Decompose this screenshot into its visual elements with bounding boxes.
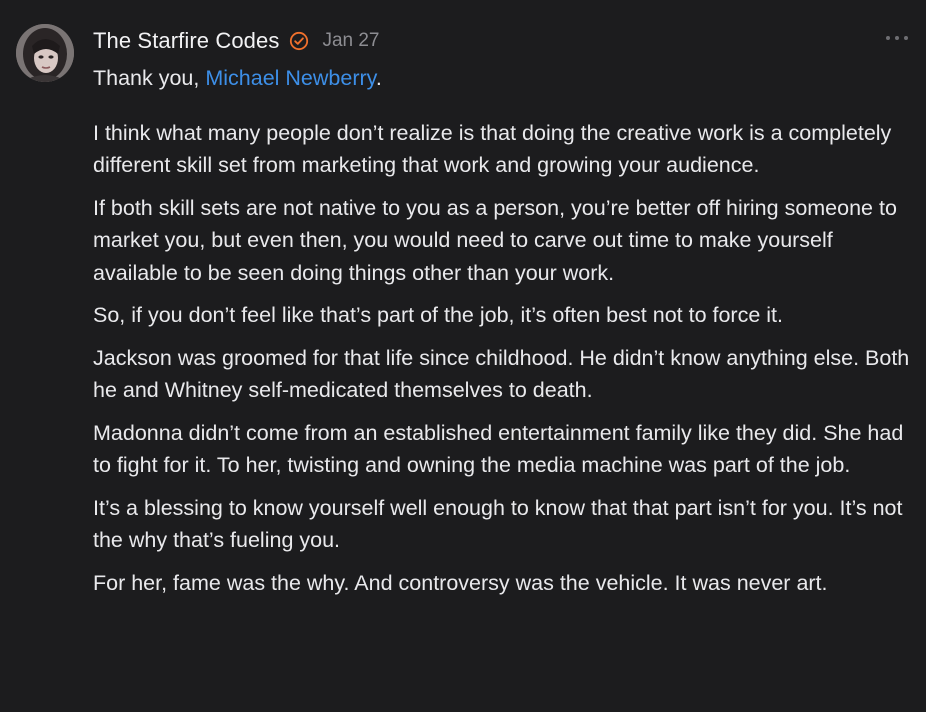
paragraph: For her, fame was the why. And controver… [93, 570, 828, 595]
avatar[interactable] [16, 24, 74, 82]
more-dot [895, 36, 899, 40]
avatar-image [16, 24, 74, 82]
paragraph: If both skill sets are not native to you… [93, 195, 897, 285]
greeting-prefix: Thank you, [93, 66, 206, 90]
verified-check-icon [289, 31, 309, 51]
comment-header: The Starfire Codes Jan 27 [93, 27, 379, 55]
more-dot [904, 36, 908, 40]
paragraph: I think what many people don’t realize i… [93, 120, 892, 178]
mention-link[interactable]: Michael Newberry [205, 66, 375, 90]
comment-body: Thank you, Michael Newberry. I think wha… [93, 62, 918, 609]
comment-date[interactable]: Jan 27 [322, 30, 379, 52]
more-dot [886, 36, 890, 40]
paragraph: Jackson was groomed for that life since … [93, 345, 910, 403]
comment: The Starfire Codes Jan 27 Thank you, Mic… [0, 0, 926, 712]
greeting-suffix: . [375, 66, 382, 90]
paragraph: So, if you don’t feel like that’s part o… [93, 303, 783, 327]
more-horizontal-icon[interactable] [886, 30, 908, 46]
paragraph: Madonna didn’t come from an established … [93, 420, 904, 478]
author-name[interactable]: The Starfire Codes [93, 28, 279, 54]
greeting-line: Thank you, Michael Newberry. [93, 62, 918, 95]
paragraph: It’s a blessing to know yourself well en… [93, 495, 903, 553]
